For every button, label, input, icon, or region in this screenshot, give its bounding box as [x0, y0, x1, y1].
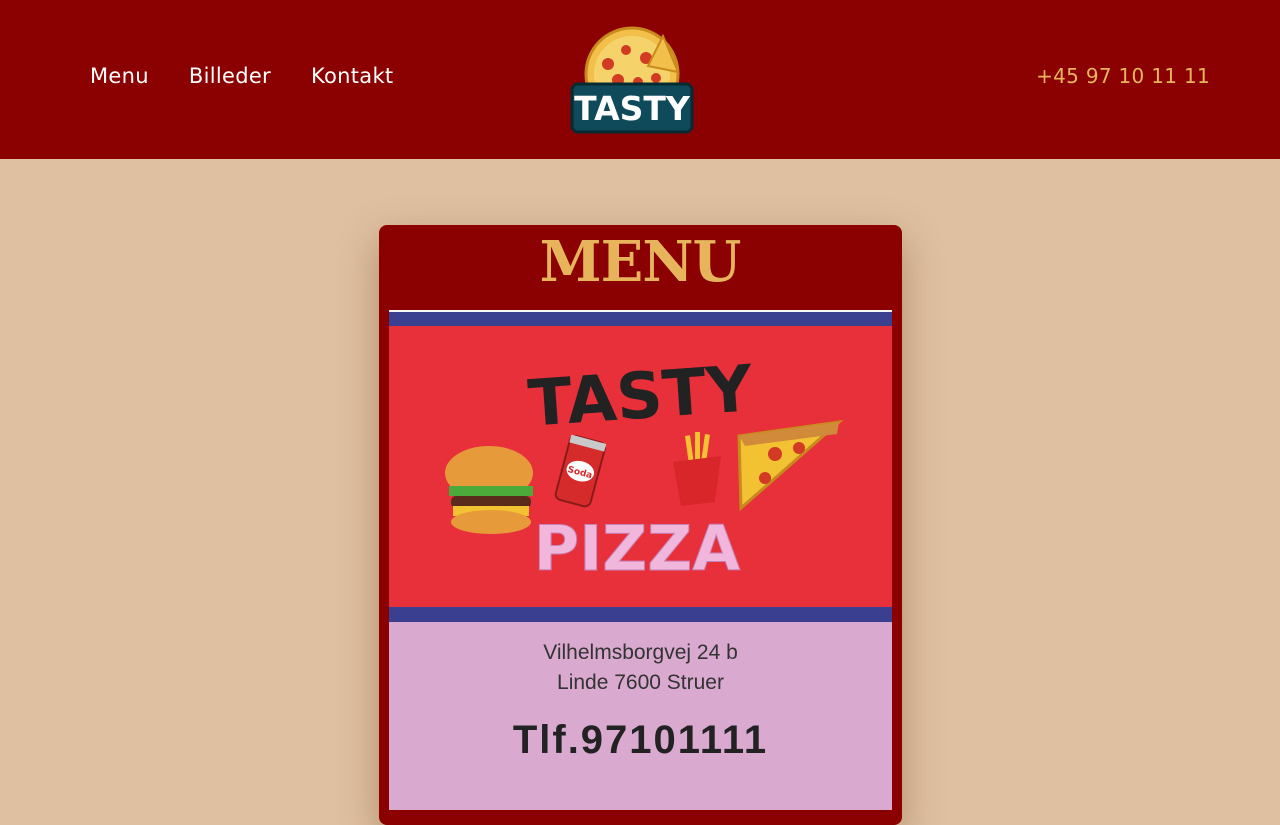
blue-band-top	[389, 312, 892, 326]
hero-brand-bottom: PIZZA	[534, 512, 740, 585]
site-header: Menu Billeder Kontakt TASTY +45 97 10 11…	[0, 0, 1280, 159]
header-phone-link[interactable]: +45 97 10 11 11	[1036, 64, 1210, 88]
fries-icon	[673, 432, 721, 506]
main-nav: Menu Billeder Kontakt	[90, 64, 393, 88]
nav-link-menu[interactable]: Menu	[90, 64, 149, 88]
soda-can-icon: Soda	[554, 434, 607, 508]
pizza-slice-icon	[737, 419, 844, 512]
hero-brand-top: TASTY	[526, 352, 756, 442]
menu-title: MENU	[539, 229, 742, 295]
menu-image[interactable]: TASTY Soda PIZZA Vilhelmsborgvej 24 b Li…	[389, 310, 892, 810]
tasty-logo[interactable]: TASTY	[568, 22, 696, 138]
address-line-2: Linde 7600 Struer	[557, 671, 724, 694]
menu-hero-illustration: TASTY Soda PIZZA	[445, 352, 844, 586]
nav-link-kontakt[interactable]: Kontakt	[311, 64, 393, 88]
address-line-1: Vilhelmsborgvej 24 b	[543, 641, 738, 664]
address: Vilhelmsborgvej 24 b Linde 7600 Struer	[389, 638, 892, 698]
nav-link-billeder[interactable]: Billeder	[189, 64, 271, 88]
menu-phone: Tlf.97101111	[512, 718, 769, 762]
logo-text: TASTY	[574, 89, 691, 128]
menu-hero: TASTY Soda PIZZA	[389, 326, 892, 607]
burger-icon	[445, 446, 533, 534]
blue-band-bottom	[389, 607, 892, 622]
